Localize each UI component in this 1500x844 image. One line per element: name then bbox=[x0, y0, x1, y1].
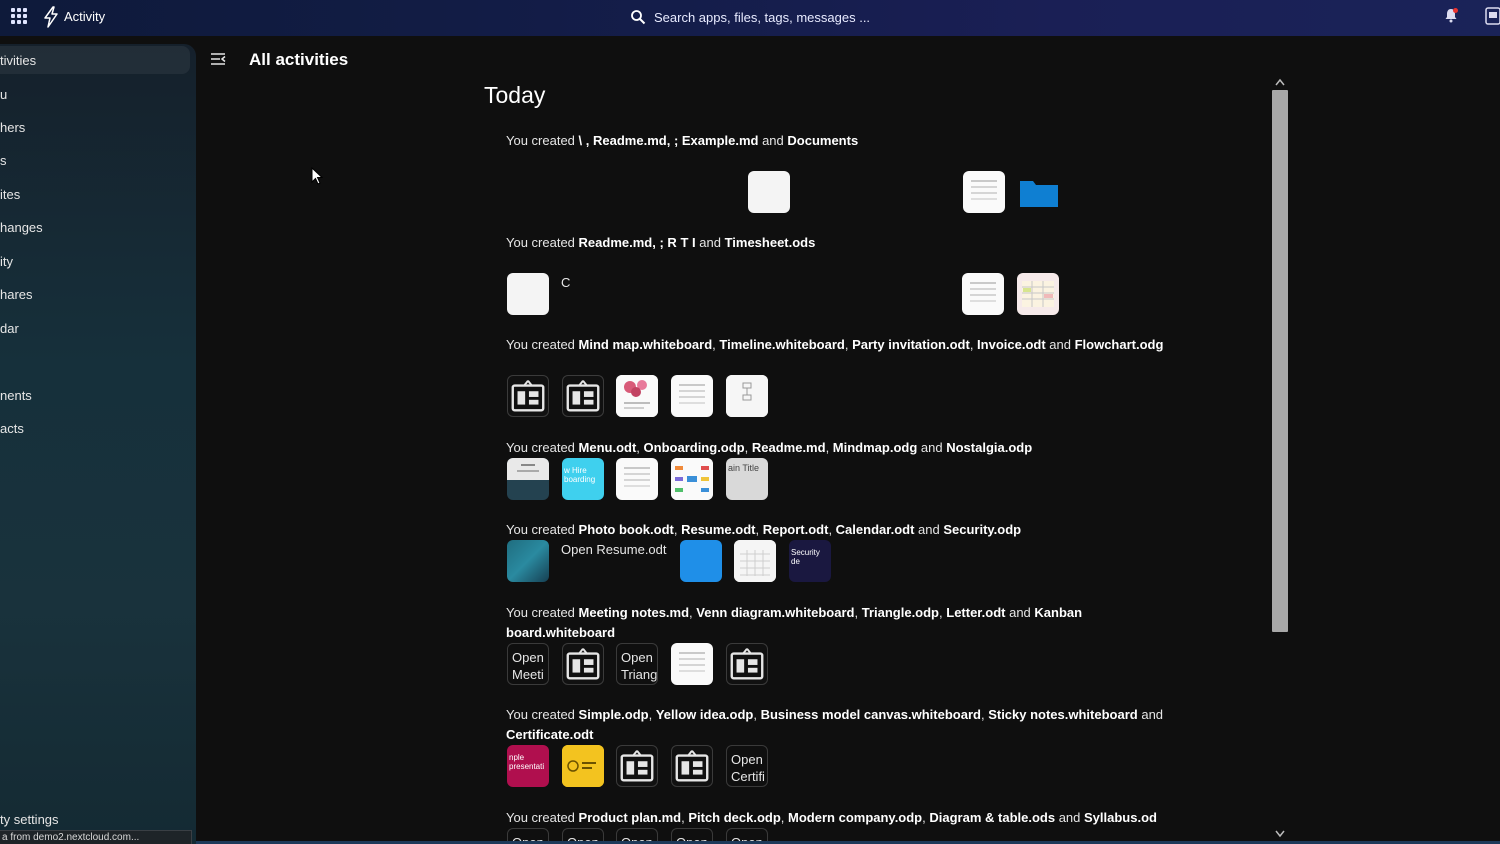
party-invitation-preview[interactable] bbox=[616, 375, 658, 417]
activity-entry: You created Product plan.md, Pitch deck.… bbox=[506, 810, 1157, 825]
unified-search[interactable] bbox=[630, 6, 1010, 28]
whiteboard-icon[interactable] bbox=[562, 375, 604, 417]
security-preview[interactable]: Security de bbox=[789, 540, 831, 582]
onboarding-preview[interactable]: w Hire boarding bbox=[562, 458, 604, 500]
navigation-toggle-icon[interactable] bbox=[210, 52, 226, 66]
whiteboard-icon[interactable] bbox=[562, 643, 604, 685]
app-menu-icon[interactable] bbox=[11, 8, 27, 24]
invoice-preview[interactable] bbox=[671, 375, 713, 417]
nav-item-all-activities[interactable]: tivities bbox=[0, 46, 190, 74]
app-navigation: tivities u hers s ites hanges ity hares … bbox=[0, 44, 196, 844]
document-preview-icon bbox=[507, 458, 549, 480]
file-open-link[interactable]: C bbox=[561, 273, 671, 315]
nav-item-by-others[interactable]: hers bbox=[0, 113, 190, 141]
activity-entry: You created Menu.odt, Onboarding.odp, Re… bbox=[506, 440, 1033, 455]
page-title: All activities bbox=[249, 50, 349, 69]
top-bar: Activity bbox=[0, 0, 1500, 36]
calendar-preview[interactable] bbox=[734, 540, 776, 582]
activity-thumbnails: Open Meeti Open Triang bbox=[506, 643, 1186, 685]
activity-entry: You created Photo book.odt, Resume.odt, … bbox=[506, 522, 1022, 537]
open-resume-link[interactable]: Open Resume.odt bbox=[561, 540, 671, 582]
notifications-bell-icon[interactable] bbox=[1443, 7, 1459, 23]
whiteboard-icon[interactable] bbox=[616, 745, 658, 787]
report-preview[interactable] bbox=[680, 540, 722, 582]
flowchart-preview[interactable] bbox=[726, 375, 768, 417]
nostalgia-preview[interactable]: ain Title bbox=[726, 458, 768, 500]
scroll-down-arrow-icon[interactable] bbox=[1275, 830, 1285, 838]
nav-item-calendar[interactable]: dar bbox=[0, 314, 190, 342]
file-preview[interactable] bbox=[748, 171, 790, 213]
activity-entry: You created \ , Readme.md, ; Example.md … bbox=[506, 133, 859, 148]
nav-item-comments[interactable]: nents bbox=[0, 381, 190, 409]
file-preview[interactable] bbox=[507, 273, 549, 315]
timesheet-preview[interactable] bbox=[1017, 273, 1059, 315]
nav-item-by-you[interactable]: u bbox=[0, 80, 190, 108]
simple-preview[interactable]: nple presentati bbox=[507, 745, 549, 787]
nav-item-security[interactable]: ity bbox=[0, 247, 190, 275]
mouse-cursor-icon bbox=[311, 167, 323, 185]
whiteboard-icon[interactable] bbox=[726, 643, 768, 685]
nav-item-file-changes[interactable]: hanges bbox=[0, 213, 190, 241]
whiteboard-icon[interactable] bbox=[507, 375, 549, 417]
scrollbar-thumb[interactable] bbox=[1272, 90, 1288, 632]
yellow-idea-preview[interactable] bbox=[562, 745, 604, 787]
menu-preview[interactable] bbox=[507, 458, 549, 500]
nav-item-files[interactable]: s bbox=[0, 146, 190, 174]
user-menu-icon[interactable] bbox=[1485, 7, 1500, 25]
activity-entry: You created Meeting notes.md, Venn diagr… bbox=[506, 605, 1083, 640]
readme-preview[interactable] bbox=[616, 458, 658, 500]
search-icon bbox=[631, 10, 646, 25]
nav-item-file-shares[interactable]: hares bbox=[0, 280, 190, 308]
scroll-up-arrow-icon[interactable] bbox=[1275, 78, 1285, 86]
nav-item-contacts[interactable]: acts bbox=[0, 414, 190, 442]
activity-thumbnails: nple presentati Open Certifi bbox=[506, 745, 1186, 787]
activity-thumbnails: C bbox=[506, 273, 1186, 315]
search-input[interactable] bbox=[654, 9, 994, 25]
activity-settings-link[interactable]: ty settings bbox=[0, 812, 59, 827]
activity-thumbnails: w Hire boarding ain Title bbox=[506, 458, 1186, 500]
file-preview[interactable] bbox=[963, 171, 1005, 213]
activity-entry: You created Simple.odp, Yellow idea.odp,… bbox=[506, 707, 1164, 742]
mindmap-preview[interactable] bbox=[671, 458, 713, 500]
folder-icon[interactable] bbox=[1018, 171, 1060, 213]
letter-preview[interactable] bbox=[671, 643, 713, 685]
activity-entry: You created Mind map.whiteboard, Timelin… bbox=[506, 337, 1164, 352]
open-certificate-button[interactable]: Open Certifi bbox=[726, 745, 768, 787]
spreadsheet-icon bbox=[1022, 281, 1054, 307]
day-heading: Today bbox=[484, 82, 546, 108]
app-title[interactable]: Activity bbox=[64, 9, 105, 24]
activity-entry: You created Readme.md, ; R T I and Times… bbox=[506, 235, 816, 250]
activity-thumbnails bbox=[506, 375, 1186, 417]
status-url-bar: a from demo2.nextcloud.com... bbox=[0, 830, 192, 844]
activity-thumbnails: Open Resume.odt Security de bbox=[506, 540, 1186, 582]
open-triangle-button[interactable]: Open Triang bbox=[616, 643, 658, 685]
file-preview[interactable] bbox=[962, 273, 1004, 315]
nav-item-favorites[interactable]: ites bbox=[0, 180, 190, 208]
open-meeting-notes-button[interactable]: Open Meeti bbox=[507, 643, 549, 685]
photo-book-preview[interactable] bbox=[507, 540, 549, 582]
activity-thumbnails bbox=[506, 171, 1186, 213]
activity-lightning-icon[interactable] bbox=[43, 6, 59, 28]
whiteboard-icon[interactable] bbox=[671, 745, 713, 787]
